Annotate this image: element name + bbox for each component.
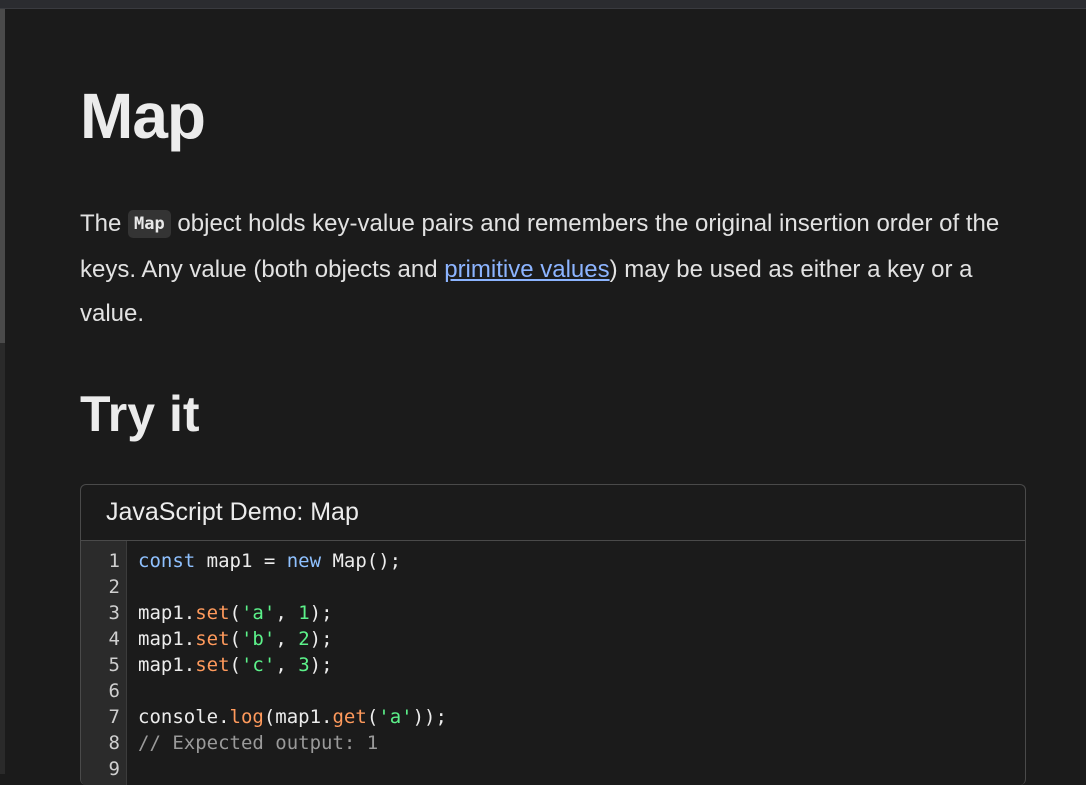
code-token: );	[309, 602, 333, 624]
line-number: 6	[108, 680, 120, 702]
code-token: set	[195, 628, 230, 650]
code-token: log	[229, 706, 264, 728]
code-token: Map();	[321, 550, 402, 572]
code-token: 'b'	[240, 628, 276, 650]
code-token: map1 =	[195, 550, 287, 572]
code-line[interactable]: map1.set('a', 1);	[138, 600, 447, 626]
line-number: 1	[108, 550, 120, 572]
code-token: (	[366, 706, 379, 728]
code-line[interactable]: map1.set('c', 3);	[138, 652, 447, 678]
demo-header: JavaScript Demo: Map	[81, 485, 1025, 541]
line-number: 2	[108, 576, 120, 598]
code-token: (	[229, 654, 241, 676]
line-number-gutter: 1 2 3 4 5 6 7 8 9	[81, 541, 127, 785]
code-token: const	[138, 550, 196, 572]
code-token: 3	[298, 654, 310, 676]
code-token: set	[195, 602, 230, 624]
code-token: new	[286, 550, 322, 572]
line-number: 4	[108, 628, 120, 650]
line-number: 3	[108, 602, 120, 624]
code-token: );	[309, 628, 333, 650]
code-token: (	[229, 602, 241, 624]
code-token: (map1.	[263, 706, 333, 728]
intro-paragraph: The Map object holds key-value pairs and…	[80, 202, 1026, 336]
code-token: set	[195, 654, 230, 676]
code-token: map1.	[138, 654, 196, 676]
code-token: 2	[298, 628, 310, 650]
primitive-values-link[interactable]: primitive values	[444, 256, 609, 283]
code-line[interactable]: const map1 = new Map();	[138, 548, 447, 574]
code-token: 'c'	[240, 654, 276, 676]
code-line[interactable]	[138, 574, 447, 600]
code-token: 'a'	[240, 602, 276, 624]
inline-code-map: Map	[128, 210, 171, 238]
code-line[interactable]: // Expected output: 1	[138, 730, 447, 756]
page-title: Map	[80, 80, 206, 152]
code-editor[interactable]: 123456789 const map1 = new Map(); map1.se…	[81, 541, 1025, 785]
javascript-demo-panel: JavaScript Demo: Map 1 2 3 4 5 6 7 8 9 const map…	[80, 484, 1026, 785]
code-token: get	[332, 706, 367, 728]
try-it-heading: Try it	[80, 386, 200, 442]
code-token: map1.	[138, 628, 196, 650]
top-bar	[0, 0, 1086, 9]
line-number: 7	[108, 706, 120, 728]
line-number: 9	[108, 758, 120, 780]
intro-text-start: The	[80, 210, 129, 237]
code-token: ));	[412, 706, 447, 728]
code-token: );	[309, 654, 333, 676]
left-scrollbar-thumb[interactable]	[0, 9, 5, 343]
code-token: ,	[275, 654, 299, 676]
code-token: console.	[138, 706, 230, 728]
code-line[interactable]	[138, 678, 447, 704]
code-line[interactable]: console.log(map1.get('a'));	[138, 704, 447, 730]
code-line[interactable]: map1.set('b', 2);	[138, 626, 447, 652]
code-line[interactable]	[138, 756, 447, 782]
code-token: ,	[275, 602, 299, 624]
code-token: ,	[275, 628, 299, 650]
code-token: 1	[298, 602, 310, 624]
code-area[interactable]: const map1 = new Map(); map1.set('a', 1);…	[127, 541, 447, 785]
code-token: // Expected output: 1	[138, 732, 379, 754]
line-number: 8	[108, 732, 120, 754]
line-number: 5	[108, 654, 120, 676]
code-token: (	[229, 628, 241, 650]
code-token: 'a'	[378, 706, 413, 728]
code-token: map1.	[138, 602, 196, 624]
